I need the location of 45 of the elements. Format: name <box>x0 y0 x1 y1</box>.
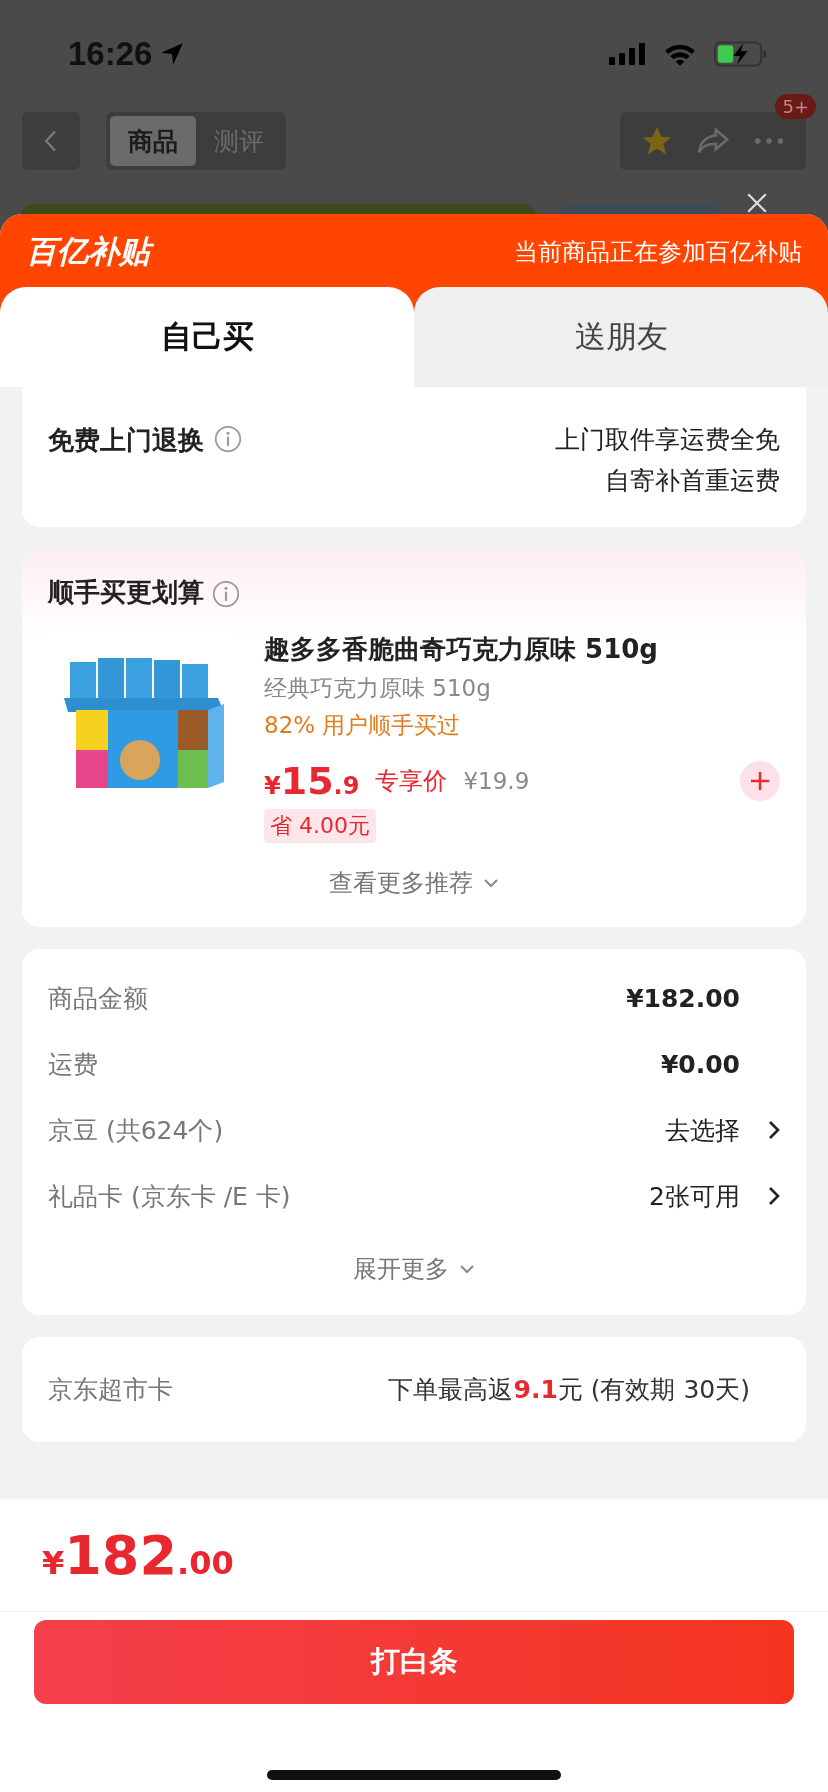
summary-label: 商品金额 <box>48 982 149 1015</box>
expand-more-link[interactable]: 展开更多 <box>353 1253 449 1285</box>
return-detail: 自寄补首重运费 <box>605 465 780 497</box>
location-arrow-icon <box>160 42 185 66</box>
product-spec: 经典巧克力原味 510g <box>264 674 492 703</box>
info-icon[interactable] <box>214 425 242 453</box>
cashback-text: 下单最高返9.1元 (有效期 30天) <box>388 1374 750 1406</box>
return-detail: 上门取件享运费全免 <box>555 424 780 456</box>
chevron-right-icon <box>768 1120 780 1140</box>
special-price: ¥15.9 <box>264 759 360 803</box>
market-card-label: 京东超市卡 <box>48 1374 174 1406</box>
summary-label: 礼品卡 (京东卡 /E 卡) <box>48 1180 292 1213</box>
chevron-down-icon <box>483 878 499 888</box>
tab[interactable]: 送朋友 <box>414 287 828 387</box>
more-recommendations-link[interactable]: 查看更多推荐 <box>329 867 473 899</box>
info-icon[interactable] <box>212 579 240 608</box>
chevron-down-icon <box>459 1264 475 1274</box>
segment-tab[interactable]: 商品 <box>110 116 196 166</box>
product-title: 趣多多香脆曲奇巧克力原味 510g <box>264 633 659 666</box>
purchase-rate: 82% 用户顺手买过 <box>264 711 462 740</box>
battery-icon <box>714 41 768 67</box>
return-title: 免费上门退换 <box>48 424 204 457</box>
close-icon[interactable] <box>746 192 768 214</box>
banner-text: 当前商品正在参加百亿补贴 <box>514 236 802 268</box>
notification-badge: 5+ <box>775 94 816 119</box>
chevron-left-icon <box>43 129 59 153</box>
summary-label: 京豆 (共624个) <box>48 1114 225 1147</box>
status-time: 16:26 <box>68 35 153 73</box>
summary-option[interactable]: 2张可用 <box>649 1179 740 1213</box>
original-price: ¥19.9 <box>463 768 530 794</box>
summary-option[interactable]: 去选择 <box>665 1113 740 1147</box>
summary-amount: ¥182.00 <box>626 983 740 1013</box>
bundle-title: 顺手买更划算 <box>48 576 204 609</box>
summary-label: 运费 <box>48 1048 99 1081</box>
plus-icon <box>748 769 772 793</box>
price-label: 专享价 <box>375 766 448 797</box>
summary-amount: ¥0.00 <box>660 1049 740 1079</box>
pay-button[interactable]: 打白条 <box>34 1620 794 1704</box>
wifi-icon <box>664 42 696 66</box>
signal-icon <box>608 43 646 65</box>
add-button[interactable] <box>740 761 780 801</box>
saving-tag: 省 4.00元 <box>264 809 376 843</box>
tab[interactable]: 自己买 <box>0 287 414 387</box>
total-price: ¥182.00 <box>42 1523 234 1587</box>
chevron-right-icon <box>768 1186 780 1206</box>
